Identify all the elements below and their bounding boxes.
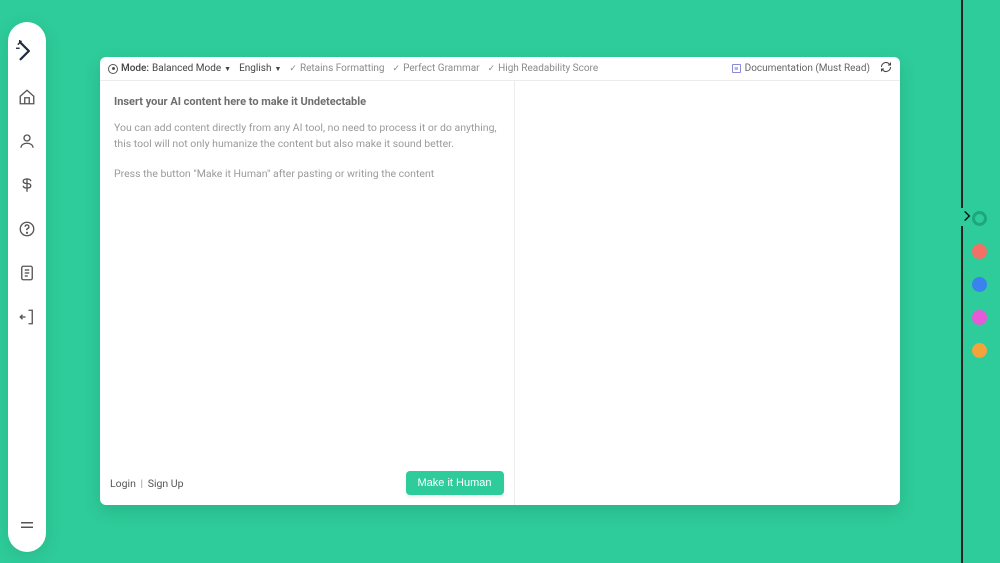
sidebar-item-logout[interactable]	[12, 304, 42, 334]
caret-down-icon: ▼	[224, 65, 231, 73]
make-human-button[interactable]: Make it Human	[406, 471, 504, 495]
refresh-button[interactable]	[880, 61, 892, 76]
sidebar-item-document[interactable]	[12, 260, 42, 290]
input-footer: Login | Sign Up Make it Human	[110, 471, 504, 495]
editor-title: Insert your AI content here to make it U…	[114, 95, 500, 108]
theme-color-pink[interactable]	[972, 310, 987, 325]
menu-icon	[18, 516, 36, 538]
dollar-icon	[18, 176, 36, 198]
theme-color-picker	[972, 211, 987, 358]
theme-color-green[interactable]	[972, 211, 987, 226]
target-icon	[108, 64, 118, 74]
auth-links: Login | Sign Up	[110, 477, 184, 490]
sidebar-item-profile[interactable]	[12, 128, 42, 158]
card-header: Mode: Balanced Mode ▼ English ▼ ✓ Retain…	[100, 57, 900, 81]
input-pane[interactable]: Insert your AI content here to make it U…	[100, 81, 515, 505]
login-link[interactable]: Login	[110, 477, 136, 490]
feature-grammar: ✓ Perfect Grammar	[393, 63, 480, 74]
mode-value: Balanced Mode	[152, 63, 221, 74]
feature-formatting: ✓ Retains Formatting	[289, 63, 384, 74]
sidebar-item-home[interactable]	[12, 84, 42, 114]
mode-selector[interactable]: Mode: Balanced Mode ▼	[108, 63, 231, 74]
check-icon: ✓	[393, 64, 401, 74]
app-logo	[16, 40, 38, 62]
sidebar-item-help[interactable]	[12, 216, 42, 246]
question-icon	[18, 220, 36, 242]
user-icon	[18, 132, 36, 154]
sidebar-nav	[12, 84, 42, 334]
theme-color-blue[interactable]	[972, 277, 987, 292]
doc-icon: ≡	[732, 64, 741, 73]
main-card: Mode: Balanced Mode ▼ English ▼ ✓ Retain…	[100, 57, 900, 505]
document-icon	[18, 264, 36, 286]
doc-link-label: Documentation (Must Read)	[745, 63, 870, 74]
home-icon	[18, 88, 36, 110]
right-border	[961, 0, 963, 563]
sidebar-menu-toggle[interactable]	[12, 512, 42, 542]
caret-down-icon: ▼	[274, 65, 281, 73]
check-icon: ✓	[289, 64, 297, 74]
feature-readability: ✓ High Readability Score	[488, 63, 599, 74]
editor-help-2: Press the button "Make it Human" after p…	[114, 166, 500, 182]
theme-color-red[interactable]	[972, 244, 987, 259]
language-selector[interactable]: English ▼	[239, 63, 281, 74]
output-pane	[515, 81, 901, 505]
sidebar	[8, 22, 46, 552]
mode-label: Mode:	[121, 63, 149, 74]
logout-icon	[18, 308, 36, 330]
separator: |	[141, 477, 144, 490]
documentation-link[interactable]: ≡ Documentation (Must Read)	[732, 63, 870, 74]
refresh-icon	[880, 65, 892, 76]
signup-link[interactable]: Sign Up	[148, 477, 184, 490]
editor-help-1: You can add content directly from any AI…	[114, 120, 500, 152]
check-icon: ✓	[488, 64, 496, 74]
language-value: English	[239, 63, 271, 74]
theme-color-orange[interactable]	[972, 343, 987, 358]
sidebar-item-pricing[interactable]	[12, 172, 42, 202]
